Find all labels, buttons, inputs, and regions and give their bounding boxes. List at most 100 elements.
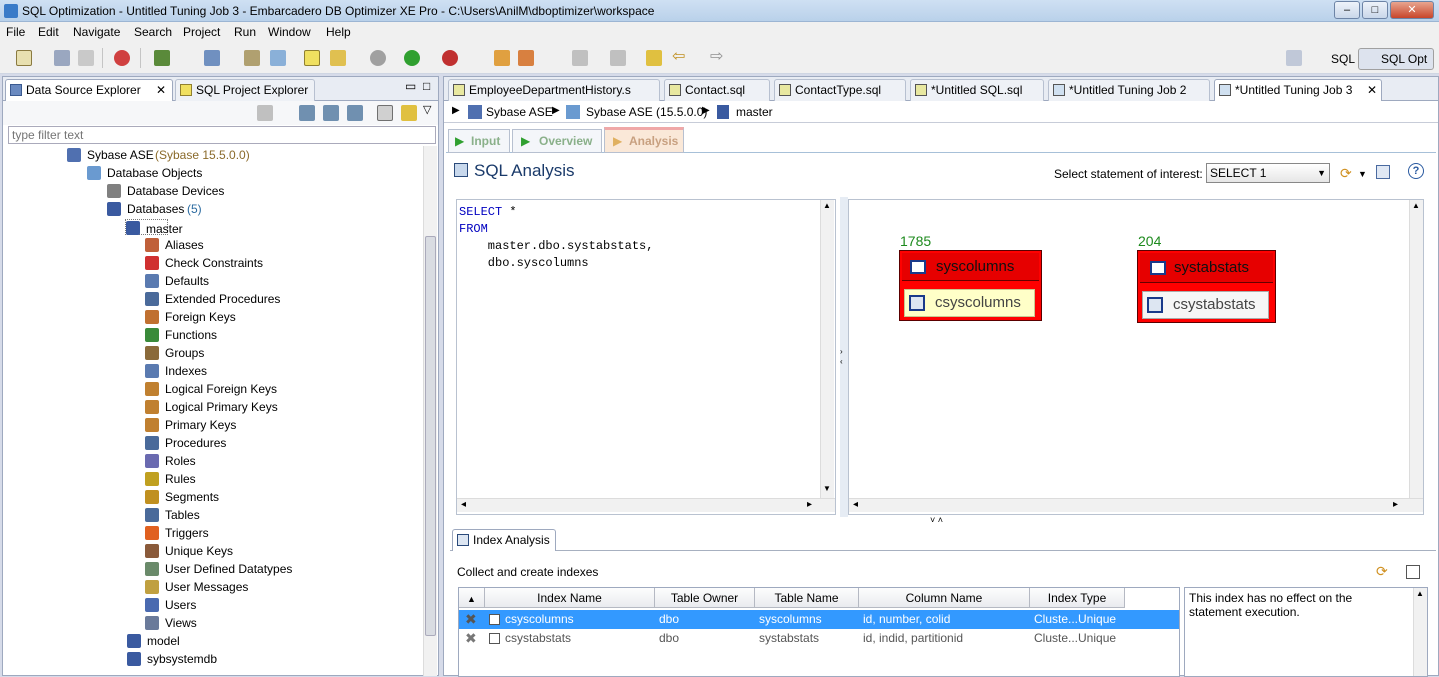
grid-header-column-name[interactable]: Column Name: [859, 588, 1030, 608]
sql-file-icon[interactable]: [304, 50, 320, 66]
run-icon[interactable]: [404, 50, 420, 66]
menu-search[interactable]: Search: [134, 25, 172, 39]
tab-analysis[interactable]: ▶ Analysis: [604, 127, 684, 153]
next-annotation-icon[interactable]: [610, 50, 626, 66]
sql-perspective[interactable]: SQL: [1308, 48, 1356, 70]
scroll-right-icon[interactable]: ▸: [1393, 499, 1398, 510]
sql-opt-perspective[interactable]: SQL Opt: [1358, 48, 1434, 70]
filter-icon[interactable]: [347, 105, 363, 121]
filter-input[interactable]: [8, 126, 436, 144]
sql-text-pane[interactable]: SELECT * FROM master.dbo.systabstats, db…: [456, 199, 836, 515]
tab-contact-sql[interactable]: Contact.sql: [664, 79, 770, 101]
minimize-button[interactable]: –: [1334, 1, 1360, 19]
import-icon[interactable]: [299, 105, 315, 121]
menu-project[interactable]: Project: [183, 25, 220, 39]
tab-employee-department-history[interactable]: EmployeeDepartmentHistory.s: [448, 79, 660, 101]
open-folder-icon[interactable]: [494, 50, 510, 66]
diagram-hscrollbar[interactable]: ◂ ▸: [849, 498, 1423, 512]
sql-hscrollbar[interactable]: ◂ ▸: [457, 498, 835, 512]
chevron-down-icon[interactable]: ▼: [1358, 169, 1367, 179]
table-node-syscolumns[interactable]: 1785 syscolumns csyscolumns: [899, 233, 1042, 321]
last-edit-icon[interactable]: [646, 50, 662, 66]
menu-navigate[interactable]: Navigate: [73, 25, 120, 39]
index-node[interactable]: csystabstats: [1142, 291, 1269, 319]
new-sql-icon[interactable]: [330, 50, 346, 66]
refresh-icon[interactable]: ⟳: [1376, 563, 1388, 580]
grid-header-index-type[interactable]: Index Type: [1030, 588, 1125, 608]
scroll-left-icon[interactable]: ◂: [461, 499, 466, 510]
delete-icon[interactable]: ✖: [465, 629, 477, 648]
scroll-up-icon[interactable]: ▲: [823, 201, 831, 210]
chart-icon[interactable]: [154, 50, 170, 66]
scroll-up-icon[interactable]: ▲: [1412, 201, 1420, 210]
refresh-icon[interactable]: ⟳: [1340, 165, 1352, 182]
layout-icon[interactable]: [1376, 165, 1390, 179]
new-icon[interactable]: [16, 50, 32, 66]
minimize-view-icon[interactable]: ▭: [405, 79, 416, 93]
print-icon[interactable]: [78, 50, 94, 66]
row-checkbox[interactable]: [489, 633, 500, 644]
save-icon[interactable]: [54, 50, 70, 66]
maximize-view-icon[interactable]: □: [423, 79, 430, 93]
row-checkbox[interactable]: [489, 614, 500, 625]
connect-icon[interactable]: [114, 50, 130, 66]
chevron-left-icon[interactable]: ‹: [840, 357, 843, 366]
table-node-systabstats[interactable]: 204 systabstats csystabstats: [1137, 233, 1276, 323]
menu-file[interactable]: File: [6, 25, 25, 39]
scroll-thumb[interactable]: [425, 236, 436, 636]
close-tab-icon[interactable]: ✕: [156, 80, 166, 100]
breadcrumb-item[interactable]: Sybase ASE: [486, 105, 553, 119]
grid-header-sort[interactable]: ▲: [459, 588, 485, 608]
breadcrumb-item[interactable]: master: [736, 105, 773, 119]
note-scrollbar[interactable]: ▲: [1413, 588, 1427, 676]
tools-icon[interactable]: [518, 50, 534, 66]
forward-arrow-icon[interactable]: ⇨: [710, 49, 726, 66]
collapse-arrows-icon[interactable]: ˅ ˄: [930, 515, 943, 525]
import-icon[interactable]: [244, 50, 260, 66]
scroll-right-icon[interactable]: ▸: [807, 499, 812, 510]
export-icon[interactable]: [270, 50, 286, 66]
debug-icon[interactable]: [370, 50, 386, 66]
tab-overview[interactable]: ▶ Overview: [512, 129, 602, 153]
table-row[interactable]: ✖ csystabstats dbo systabstats id, indid…: [459, 629, 1179, 648]
annotation-icon[interactable]: [572, 50, 588, 66]
collapse-icon[interactable]: [257, 105, 273, 121]
diagram-vscrollbar[interactable]: ▲: [1409, 200, 1423, 498]
statement-select[interactable]: SELECT 1 ▼: [1206, 163, 1330, 183]
tab-input[interactable]: ▶ Input: [448, 129, 510, 153]
open-perspective-icon[interactable]: [1286, 50, 1302, 66]
tab-data-source-explorer[interactable]: Data Source Explorer ✕: [5, 79, 173, 101]
delete-icon[interactable]: ✖: [465, 610, 477, 629]
table-row[interactable]: ✖ csyscolumns dbo syscolumns id, number,…: [459, 610, 1179, 629]
close-button[interactable]: ✕: [1390, 1, 1434, 19]
collapse-all-icon[interactable]: [377, 105, 393, 121]
tab-sql-project-explorer[interactable]: SQL Project Explorer: [175, 79, 315, 101]
tab-index-analysis[interactable]: Index Analysis: [452, 529, 556, 551]
export-icon[interactable]: [323, 105, 339, 121]
index-node[interactable]: csyscolumns: [904, 289, 1035, 317]
close-tab-icon[interactable]: ✕: [1367, 80, 1377, 100]
splitter[interactable]: › ‹: [840, 197, 848, 517]
back-arrow-icon[interactable]: ⇦: [672, 49, 688, 66]
stop-icon[interactable]: [442, 50, 458, 66]
grid-header-index-name[interactable]: Index Name: [485, 588, 655, 608]
grid-header-table-owner[interactable]: Table Owner: [655, 588, 755, 608]
tab-untitled-tuning-job-3[interactable]: *Untitled Tuning Job 3 ✕: [1214, 79, 1382, 101]
menu-help[interactable]: Help: [326, 25, 351, 39]
chevron-right-icon[interactable]: ›: [840, 347, 843, 356]
tab-contacttype-sql[interactable]: ContactType.sql: [774, 79, 906, 101]
scroll-left-icon[interactable]: ◂: [853, 499, 858, 510]
scroll-down-icon[interactable]: ▼: [823, 484, 831, 493]
menu-edit[interactable]: Edit: [38, 25, 59, 39]
breadcrumb-item[interactable]: Sybase ASE (15.5.0.0): [586, 105, 707, 119]
scroll-up-icon[interactable]: ▲: [1416, 589, 1424, 598]
menu-window[interactable]: Window: [268, 25, 311, 39]
menu-run[interactable]: Run: [234, 25, 256, 39]
tab-untitled-tuning-job-2[interactable]: *Untitled Tuning Job 2: [1048, 79, 1210, 101]
link-icon[interactable]: [401, 105, 417, 121]
view-menu-icon[interactable]: ▽: [423, 103, 431, 116]
export-icon[interactable]: [1406, 565, 1420, 579]
grid-header-table-name[interactable]: Table Name: [755, 588, 859, 608]
tab-untitled-sql[interactable]: *Untitled SQL.sql: [910, 79, 1044, 101]
tree-scrollbar[interactable]: [423, 146, 437, 676]
